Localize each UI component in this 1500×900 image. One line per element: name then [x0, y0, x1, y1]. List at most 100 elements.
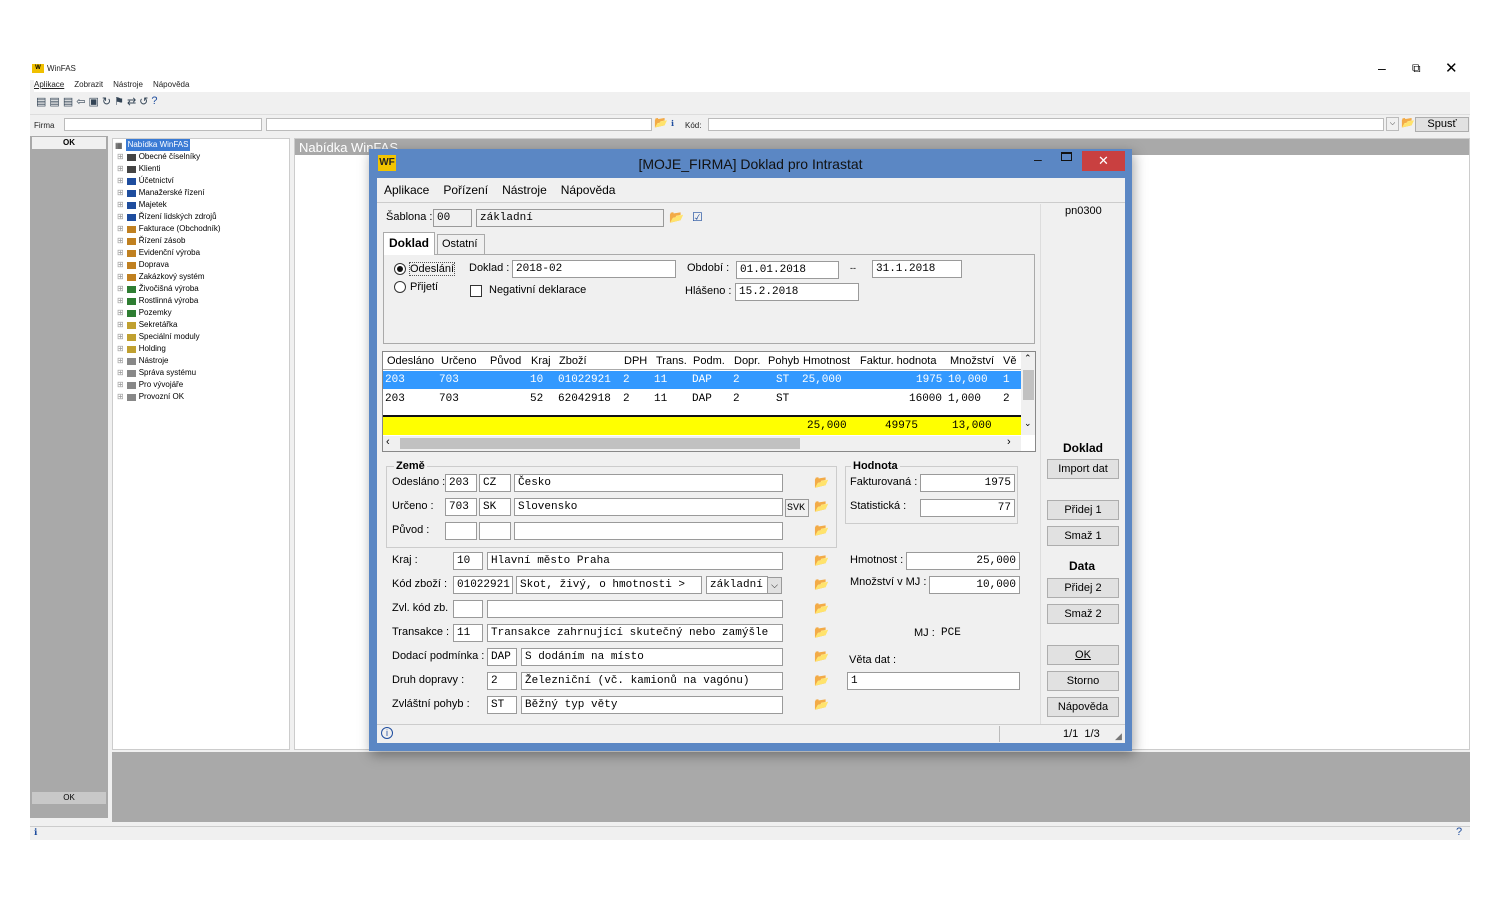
expand-icon[interactable]: ⊞ — [117, 151, 124, 163]
expand-icon[interactable]: ⊞ — [117, 175, 124, 187]
kod-folder-icon[interactable]: 📂 — [1401, 116, 1415, 129]
mnozstvi-input[interactable]: 10,000 — [929, 576, 1020, 594]
zvl-kod-name-input[interactable] — [487, 600, 783, 618]
col-hmotnost[interactable]: Hmotnost — [803, 355, 850, 367]
tree-item[interactable]: ⊞ Živočišná výroba — [117, 283, 221, 295]
toolbar-icon-2[interactable]: ▤ — [49, 95, 59, 108]
pridej2-button[interactable]: Přidej 2 — [1047, 578, 1119, 598]
col-mnozstvi[interactable]: Množství — [950, 355, 994, 367]
zvlastni-name-input[interactable]: Běžný typ věty — [521, 696, 783, 714]
odeslano-code-input[interactable]: 203 — [445, 474, 477, 492]
svk-input[interactable]: SVK — [785, 499, 809, 517]
toolbar-icon-7[interactable]: ↺ — [139, 95, 148, 108]
expand-icon[interactable]: ⊞ — [117, 307, 124, 319]
dialog-menu-porizeni[interactable]: Pořízení — [443, 183, 488, 197]
folder-open-icon[interactable]: 📂 — [654, 116, 668, 129]
expand-icon[interactable]: ⊞ — [117, 271, 124, 283]
kod-zbozi-code-input[interactable]: 01022921 — [453, 576, 513, 594]
tree-item[interactable]: ⊞ Pro vývojáře — [117, 379, 221, 391]
dialog-menu-nastroje[interactable]: Nástroje — [502, 183, 547, 197]
urceno-folder-icon[interactable]: 📂 — [814, 500, 829, 512]
kod-dropdown-icon[interactable]: ⌵ — [1386, 117, 1399, 131]
col-dopr[interactable]: Dopr. — [734, 355, 760, 367]
tree-item[interactable]: ⊞ Sekretářka — [117, 319, 221, 331]
transakce-code-input[interactable]: 11 — [453, 624, 483, 642]
obdobi-to-input[interactable]: 31.1.2018 — [872, 260, 962, 278]
odeslano-folder-icon[interactable]: 📂 — [814, 476, 829, 488]
zvl-kod-folder-icon[interactable]: 📂 — [814, 602, 829, 614]
col-trans[interactable]: Trans. — [656, 355, 687, 367]
odeslano-iso-input[interactable]: CZ — [479, 474, 511, 492]
kod-zbozi-dropdown-icon[interactable]: ⌵ — [767, 577, 782, 594]
tree-item[interactable]: ⊞ Holding — [117, 343, 221, 355]
restore-icon[interactable]: ⧉ — [1412, 61, 1421, 76]
tree-item[interactable]: ⊞ Účetnictví — [117, 175, 221, 187]
obdobi-from-input[interactable]: 01.01.2018 — [736, 261, 839, 279]
scroll-thumb[interactable] — [1023, 370, 1034, 400]
col-zbozi[interactable]: Zboží — [559, 355, 587, 367]
import-dat-button[interactable]: Import dat — [1047, 459, 1119, 479]
info-icon[interactable]: ℹ — [671, 119, 674, 128]
druh-folder-icon[interactable]: 📂 — [814, 674, 829, 686]
expand-icon[interactable]: ⊞ — [117, 247, 124, 259]
expand-icon[interactable]: ⊞ — [117, 379, 124, 391]
toolbar-icon-5[interactable]: ⚑ — [114, 95, 124, 108]
odeslano-name-input[interactable]: Česko — [514, 474, 783, 492]
resize-grip-icon[interactable]: ◢ — [1115, 731, 1122, 742]
expand-icon[interactable]: ⊞ — [117, 211, 124, 223]
doklad-input[interactable]: 2018-02 — [512, 260, 676, 278]
expand-icon[interactable]: ⊞ — [117, 283, 124, 295]
dodaci-name-input[interactable]: S dodáním na místo — [521, 648, 783, 666]
smaz2-button[interactable]: Smaž 2 — [1047, 604, 1119, 624]
toolbar-icon-4[interactable]: ▣ — [88, 95, 98, 108]
back-icon[interactable]: ⇦ — [76, 95, 85, 108]
col-faktur[interactable]: Faktur. hodnota — [860, 355, 936, 367]
urceno-iso-input[interactable]: SK — [479, 498, 511, 516]
tree-item[interactable]: ⊞ Majetek — [117, 199, 221, 211]
left-ok-top[interactable]: OK — [32, 137, 106, 149]
table-row[interactable]: 203 703 52 62042918 2 11 DAP 2 ST 16000 … — [383, 390, 1023, 408]
urceno-name-input[interactable]: Slovensko — [514, 498, 783, 516]
status-help-icon[interactable]: ? — [1456, 826, 1462, 838]
expand-icon[interactable]: ⊞ — [117, 355, 124, 367]
scroll-left-icon[interactable]: ‹ — [386, 436, 390, 448]
close-icon[interactable]: ✕ — [1445, 59, 1458, 77]
kod-zbozi-type-select[interactable]: základní — [706, 576, 768, 594]
expand-icon[interactable]: ⊞ — [117, 343, 124, 355]
grid-vscroll[interactable]: ⌃ ⌄ — [1021, 352, 1035, 435]
odeslani-radio[interactable] — [394, 263, 406, 275]
col-odeslano[interactable]: Odesláno — [387, 355, 434, 367]
expand-icon[interactable]: ⊞ — [117, 187, 124, 199]
tree-item[interactable]: ⊞ Manažerské řízení — [117, 187, 221, 199]
menu-napoveda[interactable]: Nápověda — [153, 80, 189, 92]
sablona-code-input[interactable]: 00 — [433, 209, 472, 227]
dialog-maximize-icon[interactable] — [1061, 152, 1072, 161]
menu-nastroje[interactable]: Nástroje — [113, 80, 143, 92]
ok-button[interactable]: OK — [1047, 645, 1119, 665]
expand-icon[interactable]: ⊞ — [117, 331, 124, 343]
puvod-code-input[interactable] — [445, 522, 477, 540]
tree-item[interactable]: ⊞ Provozní OK — [117, 391, 221, 403]
expand-icon[interactable]: ⊞ — [117, 163, 124, 175]
col-pohyb[interactable]: Pohyb — [768, 355, 799, 367]
tab-doklad[interactable]: Doklad — [383, 232, 435, 255]
refresh-icon[interactable]: ↻ — [102, 95, 111, 108]
expand-icon[interactable]: ⊞ — [117, 367, 124, 379]
expand-icon[interactable]: ⊞ — [117, 235, 124, 247]
hlaseno-input[interactable]: 15.2.2018 — [735, 283, 859, 301]
left-ok-bottom[interactable]: OK — [32, 792, 106, 804]
expand-icon[interactable]: ⊞ — [117, 391, 124, 403]
kraj-folder-icon[interactable]: 📂 — [814, 554, 829, 566]
toolbar-icon-1[interactable]: ▤ — [36, 95, 46, 108]
zvlastni-folder-icon[interactable]: 📂 — [814, 698, 829, 710]
transakce-name-input[interactable]: Transakce zahrnující skutečný nebo zamýš… — [487, 624, 783, 642]
storno-button[interactable]: Storno — [1047, 671, 1119, 691]
scroll-right-icon[interactable]: › — [1007, 436, 1011, 448]
zvlastni-code-input[interactable]: ST — [487, 696, 517, 714]
kod-zbozi-folder-icon[interactable]: 📂 — [814, 578, 829, 590]
col-kraj[interactable]: Kraj — [531, 355, 551, 367]
sablona-folder-icon[interactable]: 📂 — [669, 211, 684, 223]
menu-aplikace[interactable]: Aplikace — [34, 80, 64, 92]
veta-input[interactable]: 1 — [847, 672, 1020, 690]
col-dph[interactable]: DPH — [624, 355, 647, 367]
